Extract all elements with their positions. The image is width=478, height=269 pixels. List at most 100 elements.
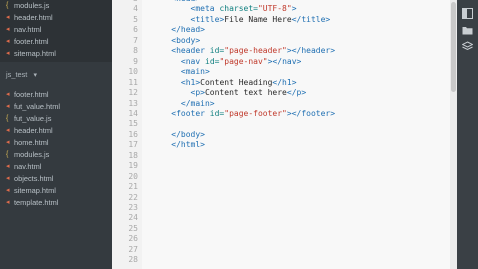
file-item[interactable]: ◂ nav.html bbox=[0, 23, 112, 35]
code-token: ></footer> bbox=[286, 108, 336, 118]
code-text: <main> bbox=[152, 67, 210, 78]
line-number: 26 bbox=[128, 234, 138, 244]
code-line[interactable]: 5 <title>File Name Here</title> bbox=[112, 15, 457, 26]
line-number: 27 bbox=[128, 244, 138, 254]
code-line[interactable]: 17 </html> bbox=[112, 140, 457, 151]
code-token: charset= bbox=[219, 4, 258, 14]
code-line[interactable]: 27 bbox=[112, 245, 457, 256]
file-name: fut_value.js bbox=[14, 113, 52, 123]
code-token: id= bbox=[205, 56, 220, 66]
js-file-icon: { bbox=[6, 114, 9, 122]
code-line[interactable]: 19 bbox=[112, 161, 457, 172]
code-text: </main> bbox=[152, 99, 215, 110]
file-item[interactable]: ◂ objects.html bbox=[0, 173, 112, 185]
line-number: 16 bbox=[128, 129, 138, 139]
file-item[interactable]: {modules.js bbox=[0, 149, 112, 161]
file-item[interactable]: ◂ home.html bbox=[0, 136, 112, 148]
code-line[interactable]: 9 <nav id="page-nav"></nav> bbox=[112, 57, 457, 68]
code-line[interactable]: 12 <p>Content text here</p> bbox=[112, 88, 457, 99]
code-line[interactable]: 18 bbox=[112, 151, 457, 162]
html-file-icon: ◂ bbox=[6, 163, 10, 171]
line-number: 10 bbox=[128, 67, 138, 77]
code-line[interactable]: 14 <footer id="page-footer"></footer> bbox=[112, 109, 457, 120]
scrollbar-thumb[interactable] bbox=[451, 2, 456, 92]
code-line[interactable]: 4 <meta charset="UTF-8"> bbox=[112, 4, 457, 15]
file-item[interactable]: ◂ template.html bbox=[0, 197, 112, 209]
file-item[interactable]: ◂ footer.html bbox=[0, 35, 112, 47]
file-item[interactable]: ◂ header.html bbox=[0, 124, 112, 136]
code-line[interactable]: 11 <h1>Content Heading</h1> bbox=[112, 78, 457, 89]
line-number: 12 bbox=[128, 88, 138, 98]
html-file-icon: ◂ bbox=[6, 25, 10, 33]
file-name: nav.html bbox=[14, 24, 42, 34]
html-file-icon: ◂ bbox=[6, 37, 10, 45]
code-line[interactable]: 7 <body> bbox=[112, 36, 457, 47]
line-number: 11 bbox=[128, 77, 138, 87]
chevron-down-icon[interactable]: ▾ bbox=[33, 72, 37, 79]
line-number: 23 bbox=[128, 203, 138, 212]
file-name: footer.html bbox=[14, 89, 49, 99]
code-line[interactable]: 25 bbox=[112, 224, 457, 235]
folder-icon[interactable] bbox=[462, 25, 473, 36]
code-line[interactable]: 16 </body> bbox=[112, 130, 457, 141]
panel-icon[interactable] bbox=[462, 8, 473, 19]
code-token: <body> bbox=[171, 35, 201, 45]
file-name: objects.html bbox=[14, 174, 54, 184]
line-number: 19 bbox=[128, 161, 138, 171]
line-number: 22 bbox=[128, 192, 138, 202]
code-line[interactable]: 21 bbox=[112, 182, 457, 193]
html-file-icon: ◂ bbox=[6, 187, 10, 195]
code-line[interactable]: 13 </main> bbox=[112, 99, 457, 110]
line-number: 21 bbox=[128, 182, 138, 192]
line-number: 7 bbox=[133, 35, 138, 45]
code-text: </head> bbox=[152, 25, 205, 36]
file-item[interactable]: { fut_value.js bbox=[0, 112, 112, 124]
line-number: 25 bbox=[128, 223, 138, 233]
line-number: 13 bbox=[128, 98, 138, 108]
file-item[interactable]: ◂ footer.html bbox=[0, 88, 112, 100]
code-token: ></nav> bbox=[267, 56, 302, 66]
code-token: > bbox=[291, 4, 297, 14]
code-token: <nav bbox=[180, 56, 205, 66]
code-token: <main> bbox=[180, 67, 210, 77]
file-name: sitemap.html bbox=[14, 48, 56, 58]
code-line[interactable]: 6 </head> bbox=[112, 25, 457, 36]
code-token: </html> bbox=[171, 140, 205, 150]
code-token: "page-footer" bbox=[224, 108, 287, 118]
code-token: <h1> bbox=[180, 77, 201, 87]
line-number: 24 bbox=[128, 213, 138, 223]
file-item[interactable]: ◂ sitemap.html bbox=[0, 185, 112, 197]
line-number: 9 bbox=[133, 56, 138, 66]
code-token: "page-header" bbox=[224, 46, 287, 56]
code-line[interactable]: 15 bbox=[112, 119, 457, 130]
file-item[interactable]: {modules.js bbox=[0, 0, 112, 11]
code-editor[interactable]: 3 <head>4 <meta charset="UTF-8">5 <title… bbox=[112, 0, 457, 269]
right-toolbar bbox=[457, 0, 478, 269]
code-line[interactable]: 23 bbox=[112, 203, 457, 214]
line-number: 15 bbox=[128, 119, 138, 129]
code-line[interactable]: 20 bbox=[112, 172, 457, 183]
code-line[interactable]: 22 bbox=[112, 193, 457, 204]
file-item[interactable]: ◂ header.html bbox=[0, 11, 112, 23]
code-line[interactable]: 8 <header id="page-header"></header> bbox=[112, 46, 457, 57]
code-token: <header bbox=[171, 46, 210, 56]
code-line[interactable]: 28 bbox=[112, 255, 457, 266]
code-line[interactable]: 24 bbox=[112, 213, 457, 224]
code-line[interactable]: 10 <main> bbox=[112, 67, 457, 78]
layers-icon[interactable] bbox=[462, 41, 473, 52]
code-token: "UTF-8" bbox=[257, 4, 292, 14]
project-folder-js-test[interactable]: js_test ▾ bbox=[6, 70, 37, 79]
file-item[interactable]: ◂ fut_value.html bbox=[0, 100, 112, 112]
file-item[interactable]: ◂ nav.html bbox=[0, 161, 112, 173]
code-line[interactable]: 26 bbox=[112, 234, 457, 245]
html-file-icon: ◂ bbox=[6, 138, 10, 146]
editor-scrollbar[interactable] bbox=[450, 0, 457, 269]
file-item[interactable]: ◂ sitemap.html bbox=[0, 47, 112, 59]
line-number: 14 bbox=[128, 108, 138, 118]
